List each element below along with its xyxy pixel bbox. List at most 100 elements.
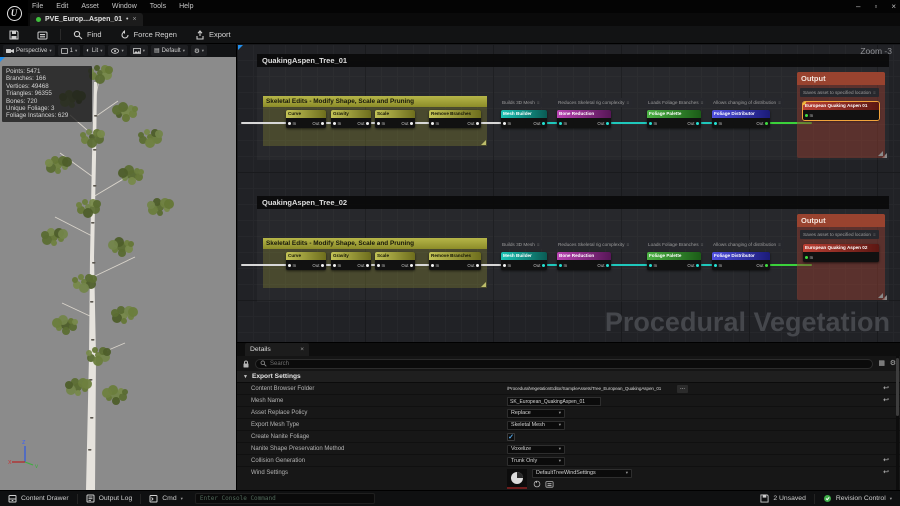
menu-window[interactable]: Window (112, 3, 137, 10)
graph-node-foliage-distributor[interactable]: Foliage DistributorInOut (712, 110, 770, 128)
graph-node-gravity[interactable]: GravityInOut (331, 252, 371, 270)
graph-node-remove-branches[interactable]: Remove BranchesInOut (429, 252, 481, 270)
export-button[interactable]: Export (186, 26, 240, 44)
details-tab[interactable]: Details × (245, 343, 309, 356)
menu-help[interactable]: Help (179, 3, 193, 10)
group-frame-quakingaspen_tree_01[interactable]: QuakingAspen_Tree_01Skeletal Edits - Mod… (257, 54, 889, 160)
graph-node-scale[interactable]: ScaleInOut (375, 252, 415, 270)
input-pin[interactable]: In (805, 113, 813, 118)
output-pin[interactable]: Out (597, 263, 609, 268)
graph-node-bone-reduction[interactable]: Bone ReductionInOut (557, 110, 611, 128)
output-pin[interactable]: Out (597, 121, 609, 126)
input-pin[interactable]: In (288, 121, 296, 126)
input-pin[interactable]: In (649, 263, 657, 268)
show-flags-dropdown[interactable]: ▾ (108, 45, 126, 56)
collapse-arrow-icon[interactable]: ▼ (243, 374, 248, 380)
input-pin[interactable]: In (503, 263, 511, 268)
input-pin[interactable]: In (559, 263, 567, 268)
dropdown-nanite-shape-preservation-method[interactable]: Voxelize▾ (507, 445, 565, 454)
menu-edit[interactable]: Edit (56, 3, 68, 10)
unsaved-assets-button[interactable]: 2 Unsaved (752, 491, 814, 506)
graph-node-foliage-palette[interactable]: Foliage PaletteInOut (647, 110, 701, 128)
output-pin[interactable]: Out (467, 121, 479, 126)
output-log-button[interactable]: Output Log (78, 491, 141, 506)
comment-resize-handle[interactable] (481, 282, 486, 287)
browse-to-asset-button[interactable] (28, 26, 57, 44)
export-settings-section-header[interactable]: ▼ Export Settings (237, 371, 900, 383)
3d-viewport[interactable]: Perspective▾ 1▾ ◐ Lit▾ ▾ ▾ ▤ Default▾ (0, 44, 236, 490)
browse-in-content-browser-icon[interactable] (545, 480, 554, 488)
graph-node-bone-reduction[interactable]: Bone ReductionInOut (557, 252, 611, 270)
group-frame-title[interactable]: QuakingAspen_Tree_01 (257, 54, 889, 67)
output-pin[interactable]: Out (756, 121, 768, 126)
graph-node-european-quaking-aspen-02[interactable]: European Quaking Aspen 02In (803, 244, 879, 262)
input-pin[interactable]: In (333, 263, 341, 268)
input-pin[interactable]: In (431, 263, 439, 268)
maximize-button[interactable]: ▫ (874, 2, 877, 11)
output-pin[interactable]: Out (312, 121, 324, 126)
output-pin[interactable]: Out (533, 121, 545, 126)
details-scrollbar[interactable] (896, 356, 899, 490)
input-pin[interactable]: In (333, 121, 341, 126)
input-pin[interactable]: In (288, 263, 296, 268)
graph-node-mesh-builder[interactable]: Mesh BuilderInOut (501, 110, 547, 128)
dropdown-collision-generation[interactable]: Trunk Only▾ (507, 457, 565, 466)
text-field[interactable]: SK_European_QuakingAspen_01 (507, 397, 601, 406)
console-command-input[interactable]: Enter Console Command (195, 493, 375, 504)
graph-node-mesh-builder[interactable]: Mesh BuilderInOut (501, 252, 547, 270)
dropdown-export-mesh-type[interactable]: Skeletal Mesh▾ (507, 421, 565, 430)
lock-icon[interactable] (242, 360, 250, 368)
reset-to-default-icon[interactable]: ↩ (883, 455, 889, 467)
details-tab-close-icon[interactable]: × (300, 346, 304, 353)
default-profile-dropdown[interactable]: ▤ Default▾ (151, 45, 188, 56)
checkbox-create-nanite-foliage[interactable]: ✓ (507, 433, 515, 441)
frame-resize-handle[interactable] (878, 293, 883, 298)
input-pin[interactable]: In (649, 121, 657, 126)
group-frame-quakingaspen_tree_02[interactable]: QuakingAspen_Tree_02Skeletal Edits - Mod… (257, 196, 889, 302)
camera-speed-dropdown[interactable]: 1▾ (58, 45, 81, 56)
input-pin[interactable]: In (431, 121, 439, 126)
screenshot-dropdown[interactable]: ▾ (130, 45, 148, 56)
find-button[interactable]: Find (64, 26, 111, 44)
reset-to-default-icon[interactable]: ↩ (883, 383, 889, 395)
frame-resize-handle[interactable] (878, 151, 883, 156)
output-pin[interactable]: Out (687, 263, 699, 268)
graph-node-foliage-palette[interactable]: Foliage PaletteInOut (647, 252, 701, 270)
input-pin[interactable]: In (805, 255, 813, 260)
input-pin[interactable]: In (377, 121, 385, 126)
details-search-input[interactable]: Search (255, 359, 873, 369)
viewport-settings-dropdown[interactable]: ⚙ ▾ (191, 45, 207, 56)
output-pin[interactable]: Out (533, 263, 545, 268)
output-pin[interactable]: Out (401, 263, 413, 268)
input-pin[interactable]: In (714, 121, 722, 126)
path-value[interactable]: /ProceduralVegetationEditor/SampleAssets… (507, 383, 661, 395)
graph-node-scale[interactable]: ScaleInOut (375, 110, 415, 128)
wind-settings-thumbnail[interactable] (507, 469, 527, 489)
graph-node-european-quaking-aspen-01-selected[interactable]: European Quaking Aspen 01In (803, 102, 879, 120)
menu-asset[interactable]: Asset (81, 3, 99, 10)
use-selected-asset-icon[interactable] (533, 480, 541, 488)
graph-node-foliage-distributor[interactable]: Foliage DistributorInOut (712, 252, 770, 270)
output-group-frame[interactable]: OutputSaves asset to specified location≡… (797, 214, 885, 300)
revision-control-button[interactable]: Revision Control ▾ (815, 491, 900, 506)
close-button[interactable]: × (891, 2, 896, 11)
lit-mode-dropdown[interactable]: ◐ Lit▾ (83, 45, 105, 56)
cmd-dropdown[interactable]: Cmd ▾ (141, 491, 191, 506)
output-group-frame[interactable]: OutputSaves asset to specified location≡… (797, 72, 885, 158)
reset-to-default-icon[interactable]: ↩ (883, 467, 889, 479)
group-frame-title[interactable]: QuakingAspen_Tree_02 (257, 196, 889, 209)
output-pin[interactable]: Out (756, 263, 768, 268)
force-regen-button[interactable]: Force Regen (111, 26, 186, 44)
output-pin[interactable]: Out (687, 121, 699, 126)
dropdown-asset-replace-policy[interactable]: Replace▾ (507, 409, 565, 418)
comment-resize-handle[interactable] (481, 140, 486, 145)
input-pin[interactable]: In (559, 121, 567, 126)
graph-node-curve[interactable]: CurveInOut (286, 110, 326, 128)
minimize-button[interactable]: – (856, 2, 860, 11)
graph-node-curve[interactable]: CurveInOut (286, 252, 326, 270)
display-options-icon[interactable]: ▦ (878, 359, 885, 367)
asset-tab[interactable]: PVE_Europ...Aspen_01 • × (30, 13, 143, 26)
output-pin[interactable]: Out (467, 263, 479, 268)
output-pin[interactable]: Out (357, 263, 369, 268)
node-graph-panel[interactable]: Zoom -3 Procedural Vegetation QuakingAsp… (236, 44, 900, 342)
